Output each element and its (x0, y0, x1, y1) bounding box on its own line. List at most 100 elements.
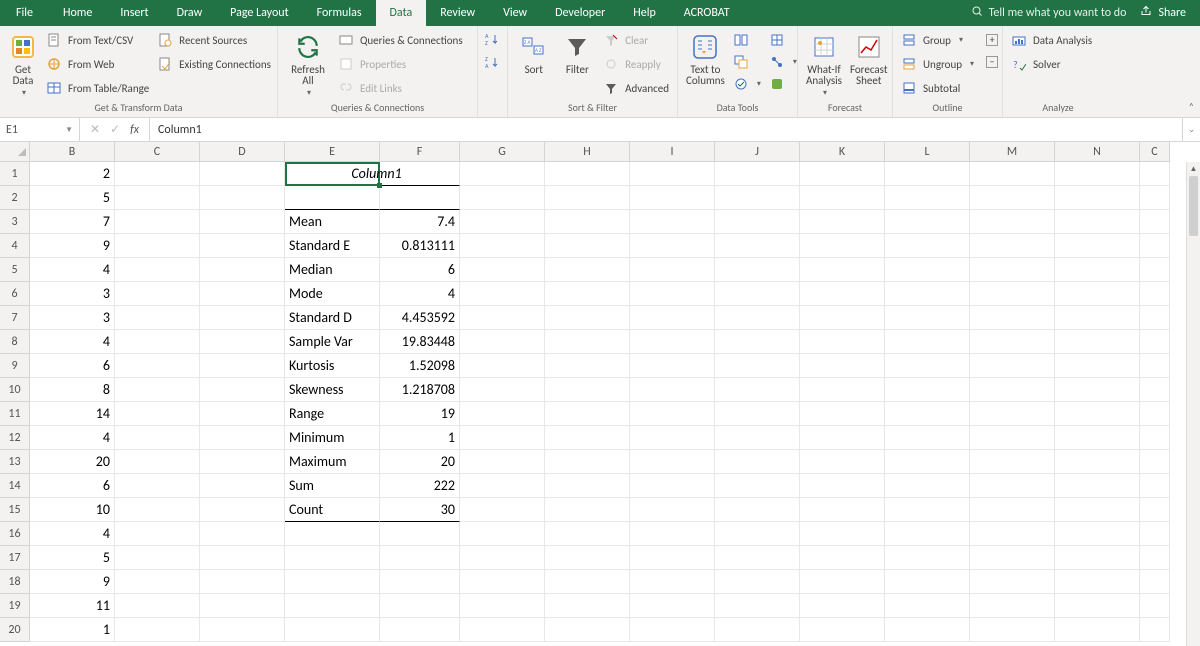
cell[interactable] (715, 234, 800, 258)
cell[interactable]: Sum (285, 474, 380, 498)
text-to-columns-button[interactable]: Text to Columns (686, 30, 725, 86)
cell[interactable] (970, 282, 1055, 306)
row-header[interactable]: 4 (0, 234, 30, 258)
cell[interactable]: 4 (30, 522, 115, 546)
cell[interactable] (1055, 162, 1140, 186)
tab-acrobat[interactable]: ACROBAT (670, 0, 744, 26)
cell[interactable] (715, 594, 800, 618)
cell[interactable]: 1.218708 (380, 378, 460, 402)
cell[interactable] (630, 522, 715, 546)
spreadsheet-grid[interactable]: BCDEFGHIJKLMNC 1234567891011121314151617… (0, 142, 1200, 646)
cell[interactable] (885, 426, 970, 450)
tell-me-search[interactable]: Tell me what you want to do (971, 5, 1127, 21)
cell[interactable] (885, 234, 970, 258)
row-header[interactable]: 7 (0, 306, 30, 330)
flash-fill-button[interactable] (733, 30, 761, 50)
cell[interactable] (200, 186, 285, 210)
cell[interactable] (545, 522, 630, 546)
cell[interactable]: 9 (30, 570, 115, 594)
cell[interactable] (885, 546, 970, 570)
cell[interactable]: 2 (30, 162, 115, 186)
cell[interactable] (1055, 258, 1140, 282)
cell[interactable] (800, 594, 885, 618)
column-header[interactable]: D (200, 142, 285, 162)
cell[interactable] (545, 234, 630, 258)
cell[interactable] (715, 378, 800, 402)
cell[interactable] (115, 450, 200, 474)
cell[interactable] (1055, 498, 1140, 522)
cell[interactable] (545, 594, 630, 618)
cell[interactable] (200, 162, 285, 186)
row-header[interactable]: 15 (0, 498, 30, 522)
tab-review[interactable]: Review (426, 0, 489, 26)
cell[interactable] (1055, 210, 1140, 234)
relationships-button[interactable]: ▾ (769, 52, 797, 72)
tab-formulas[interactable]: Formulas (303, 0, 376, 26)
cell[interactable]: 20 (380, 450, 460, 474)
name-box[interactable]: E1 ▼ (0, 118, 80, 141)
cell[interactable] (460, 474, 545, 498)
column-header[interactable]: J (715, 142, 800, 162)
cell[interactable] (545, 306, 630, 330)
from-text-csv-button[interactable]: From Text/CSV (46, 30, 149, 50)
cell[interactable] (715, 162, 800, 186)
cell[interactable] (1140, 234, 1170, 258)
cell[interactable] (1055, 426, 1140, 450)
row-header[interactable]: 18 (0, 570, 30, 594)
cell[interactable]: Mean (285, 210, 380, 234)
cell[interactable] (630, 330, 715, 354)
cell[interactable]: Standard E (285, 234, 380, 258)
cell[interactable]: 30 (380, 498, 460, 522)
cell[interactable] (200, 594, 285, 618)
cell[interactable] (460, 426, 545, 450)
cell[interactable] (460, 306, 545, 330)
cell[interactable] (970, 210, 1055, 234)
row-header[interactable]: 2 (0, 186, 30, 210)
cell[interactable]: Skewness (285, 378, 380, 402)
cell[interactable] (200, 522, 285, 546)
cell[interactable] (460, 402, 545, 426)
cell[interactable] (115, 282, 200, 306)
cell[interactable] (1140, 162, 1170, 186)
cell[interactable] (460, 162, 545, 186)
cell[interactable]: 6 (380, 258, 460, 282)
cell[interactable]: Count (285, 498, 380, 522)
cell[interactable] (970, 234, 1055, 258)
cell[interactable] (285, 186, 380, 210)
tab-data[interactable]: Data (376, 0, 427, 26)
cell[interactable] (380, 594, 460, 618)
tab-help[interactable]: Help (619, 0, 670, 26)
tab-insert[interactable]: Insert (106, 0, 162, 26)
cell[interactable] (630, 234, 715, 258)
cell[interactable] (715, 426, 800, 450)
column-header[interactable]: N (1055, 142, 1140, 162)
cell[interactable] (1140, 258, 1170, 282)
cell[interactable] (885, 186, 970, 210)
cell[interactable] (885, 474, 970, 498)
cell[interactable] (1055, 282, 1140, 306)
cell[interactable] (200, 258, 285, 282)
cell[interactable] (800, 258, 885, 282)
cell[interactable] (115, 258, 200, 282)
cell[interactable] (460, 258, 545, 282)
cell[interactable]: 6 (30, 354, 115, 378)
cell[interactable] (970, 330, 1055, 354)
cell[interactable] (1055, 450, 1140, 474)
cell[interactable] (1055, 522, 1140, 546)
formula-input[interactable]: Column1 (150, 118, 1182, 141)
cell[interactable] (285, 594, 380, 618)
cell[interactable] (115, 378, 200, 402)
cell[interactable] (380, 570, 460, 594)
cell[interactable] (460, 618, 545, 642)
cell[interactable] (970, 426, 1055, 450)
cell[interactable] (970, 354, 1055, 378)
cell[interactable]: Median (285, 258, 380, 282)
select-all-corner[interactable] (0, 142, 30, 162)
cell[interactable] (800, 474, 885, 498)
cell[interactable] (1055, 354, 1140, 378)
cell[interactable]: 1 (380, 426, 460, 450)
row-header[interactable]: 14 (0, 474, 30, 498)
sort-asc-button[interactable]: AZ (485, 32, 501, 49)
cell[interactable] (1140, 522, 1170, 546)
cell[interactable] (800, 426, 885, 450)
